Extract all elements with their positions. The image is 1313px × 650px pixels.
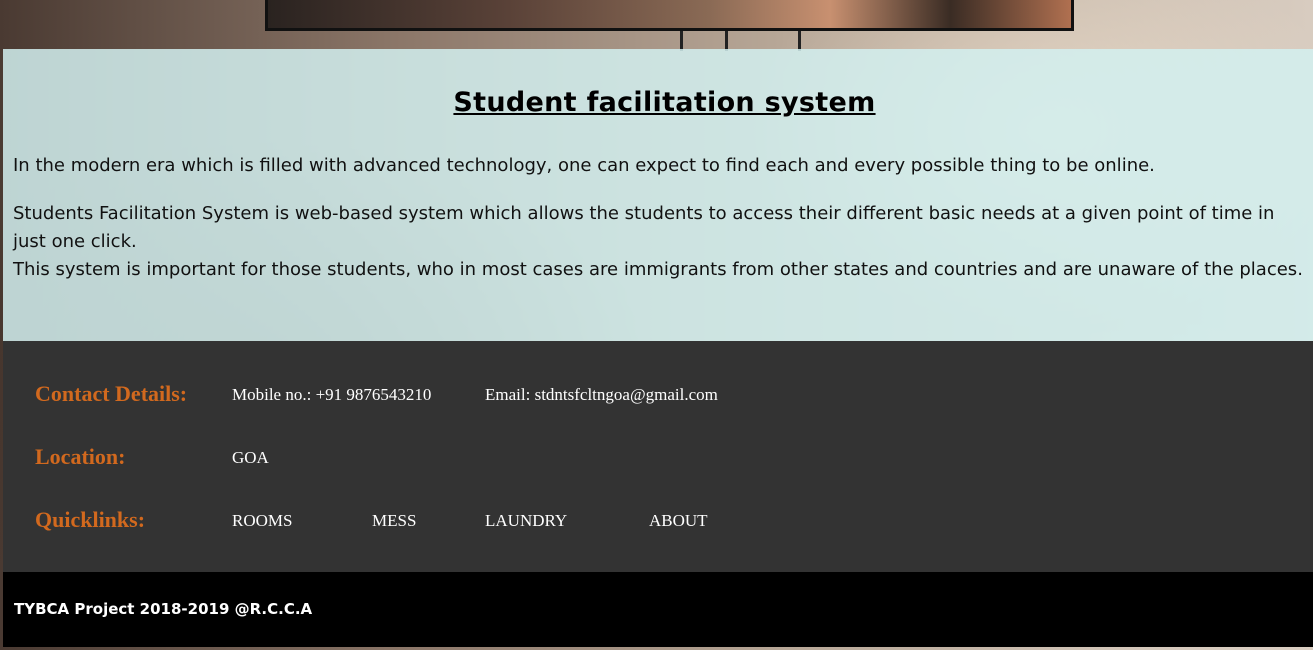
copyright-bar: TYBCA Project 2018-2019 @R.C.C.A (3, 572, 1313, 647)
intro-paragraph-1: In the modern era which is filled with a… (13, 155, 1155, 176)
page-title: Student facilitation system (453, 87, 876, 118)
email-address: Email: stdntsfcltngoa@gmail.com (485, 385, 718, 404)
footer: Contact Details: Mobile no.: +91 9876543… (3, 341, 1313, 572)
intro-paragraph-2-line-2: This system is important for those stude… (13, 259, 1303, 280)
quicklink-laundry[interactable]: LAUNDRY (485, 511, 567, 531)
banner-stand-right (798, 31, 801, 51)
intro-paragraph-2: Students Facilitation System is web-base… (13, 200, 1309, 284)
location-value: GOA (232, 448, 269, 467)
copyright-text: TYBCA Project 2018-2019 @R.C.C.A (14, 600, 313, 618)
top-banner-image (265, 0, 1074, 31)
location-label: Location: (35, 444, 126, 469)
banner-stand-left (680, 31, 683, 51)
quicklink-about[interactable]: ABOUT (649, 511, 708, 531)
banner-stand-middle (725, 31, 728, 51)
quicklinks-label: Quicklinks: (35, 507, 146, 532)
quicklink-mess[interactable]: MESS (372, 511, 416, 531)
contact-details-label: Contact Details: (35, 381, 188, 406)
intro-paragraph-2-line-1: Students Facilitation System is web-base… (13, 203, 1275, 252)
intro-section: Student facilitation system In the moder… (3, 49, 1313, 341)
mobile-number: Mobile no.: +91 9876543210 (232, 385, 432, 404)
quicklink-rooms[interactable]: ROOMS (232, 511, 292, 531)
